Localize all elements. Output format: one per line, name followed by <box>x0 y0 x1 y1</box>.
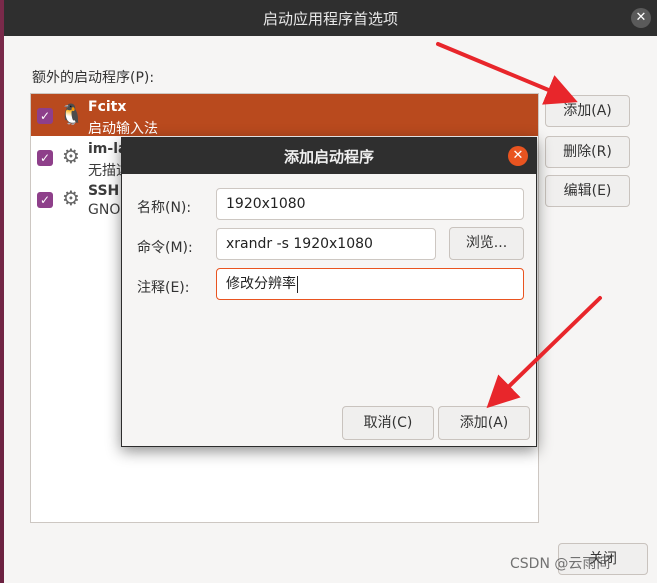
name-label: 名称(N): <box>137 200 192 216</box>
dialog-titlebar: 添加启动程序 ✕ <box>122 138 536 174</box>
watermark: CSDN @云雨间 <box>510 556 611 572</box>
comment-label: 注释(E): <box>137 280 190 296</box>
gears-icon: ⚙ <box>62 186 80 210</box>
dialog-close-icon[interactable]: ✕ <box>508 146 528 166</box>
dialog-title: 添加启动程序 <box>283 147 374 166</box>
penguin-icon: 🐧 <box>59 102 84 126</box>
edit-button[interactable]: 编辑(E) <box>545 175 630 207</box>
list-item-fcitx[interactable]: ✓ 🐧 Fcitx 启动输入法 <box>31 94 538 137</box>
cancel-button[interactable]: 取消(C) <box>342 406 434 440</box>
startup-programs-label: 额外的启动程序(P): <box>32 70 155 86</box>
remove-button[interactable]: 删除(R) <box>545 136 630 168</box>
item-name: Fcitx <box>88 99 127 115</box>
command-label: 命令(M): <box>137 240 193 256</box>
checkbox-im-launch[interactable]: ✓ <box>37 150 53 166</box>
browse-button[interactable]: 浏览... <box>449 227 524 260</box>
checkbox-ssh[interactable]: ✓ <box>37 192 53 208</box>
name-field[interactable]: 1920x1080 <box>216 188 524 220</box>
comment-field[interactable]: 修改分辨率 <box>216 268 524 300</box>
item-name: SSH <box>88 183 120 199</box>
dialog-add-button[interactable]: 添加(A) <box>438 406 530 440</box>
text-caret <box>297 275 298 293</box>
command-field[interactable]: xrandr -s 1920x1080 <box>216 228 436 260</box>
gears-icon: ⚙ <box>62 144 80 168</box>
item-description: 启动输入法 <box>88 121 158 137</box>
item-description: GNO <box>88 202 121 218</box>
comment-value: 修改分辨率 <box>226 276 296 292</box>
add-startup-program-dialog: 添加启动程序 ✕ 名称(N): 1920x1080 命令(M): xrandr … <box>121 137 537 447</box>
add-button[interactable]: 添加(A) <box>545 95 630 127</box>
window-close-icon[interactable]: ✕ <box>631 8 651 28</box>
window-titlebar: 启动应用程序首选项 ✕ <box>4 0 657 36</box>
checkbox-fcitx[interactable]: ✓ <box>37 108 53 124</box>
window-title: 启动应用程序首选项 <box>262 9 398 28</box>
